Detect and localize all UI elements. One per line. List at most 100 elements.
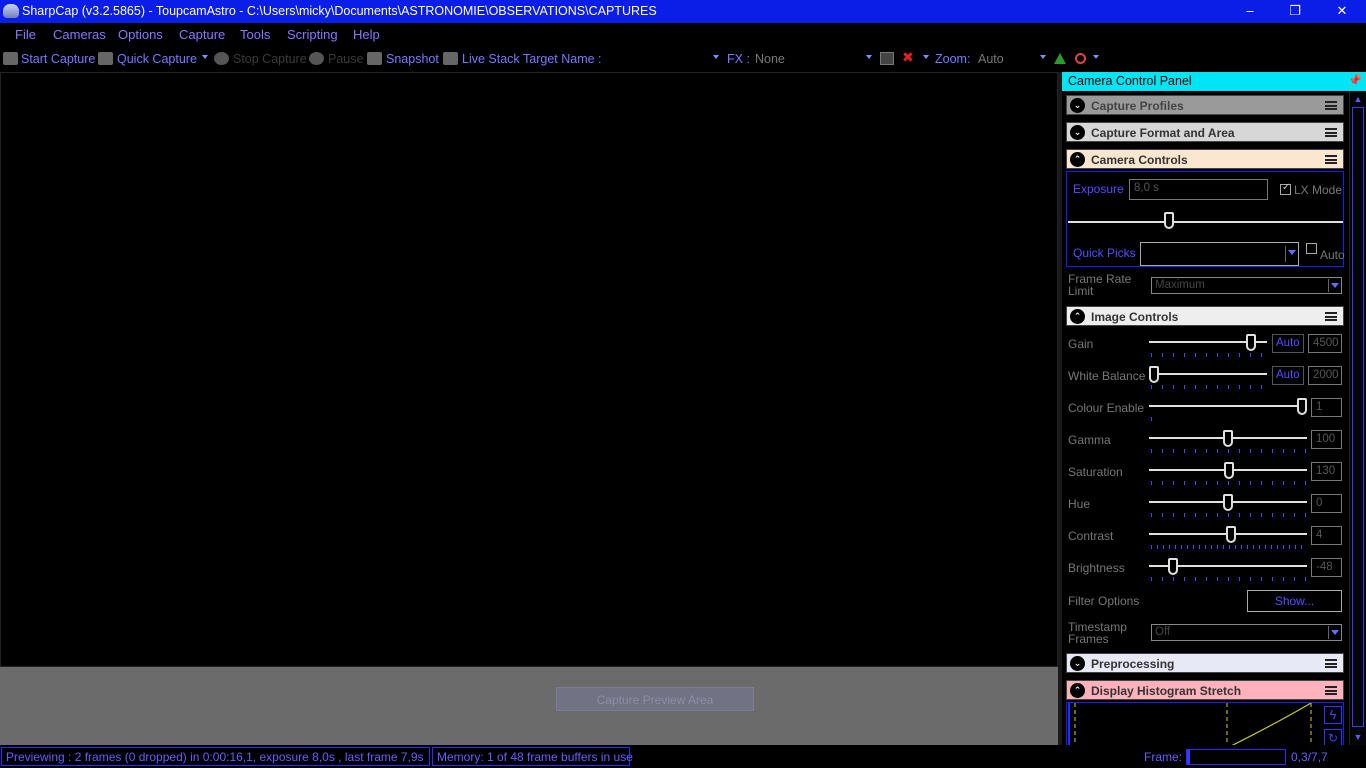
hamburger-menu-icon[interactable] [1325,312,1337,321]
brightness-value[interactable]: -48 [1311,558,1342,577]
gamma-slider-thumb[interactable] [1223,430,1233,447]
scroll-down-icon[interactable]: ▼ [1352,731,1364,743]
section-label: Capture Profiles [1091,99,1184,113]
chevron-down-icon[interactable]: ⌄ [1070,125,1085,140]
grid-toggle-icon[interactable] [880,52,894,65]
panel-scrollbar[interactable]: ▲ ▼ [1349,91,1366,745]
auto-label: Auto [1320,248,1345,262]
hamburger-menu-icon[interactable] [1325,659,1337,668]
hamburger-menu-icon[interactable] [1325,155,1337,164]
saturation-value[interactable]: 130 [1311,462,1342,481]
frame-rate-select[interactable]: Maximum [1151,277,1342,294]
lx-mode-checkbox[interactable]: ✓ [1280,182,1291,195]
chevron-down-icon[interactable] [1328,626,1340,639]
gain-value[interactable]: 4500 [1308,334,1342,353]
scroll-up-icon[interactable]: ▲ [1352,93,1364,105]
white-balance-slider-track[interactable] [1149,373,1267,375]
gain-slider-thumb[interactable] [1246,334,1256,351]
frame-progress-fill [1187,750,1190,764]
chevron-down-icon[interactable] [923,55,929,59]
crosshair-icon[interactable]: ✖ [902,50,917,64]
hue-slider-thumb[interactable] [1223,494,1233,511]
menu-cameras[interactable]: Cameras [53,27,106,42]
histogram-area[interactable]: ϟ ↻ [1066,702,1344,745]
timestamp-label: Timestamp Frames [1068,620,1127,646]
section-label: Preprocessing [1091,657,1175,671]
section-camera-controls[interactable]: ⌃ Camera Controls [1066,149,1344,169]
exposure-input[interactable]: 8,0 s [1129,179,1268,200]
minimize-button[interactable]: – [1228,0,1272,23]
fx-select[interactable]: None [755,52,785,66]
section-image-controls[interactable]: ⌃ Image Controls [1066,306,1344,326]
white-balance-slider-thumb[interactable] [1149,366,1159,383]
stop-capture-button[interactable]: Stop Capture [233,52,307,66]
menu-options[interactable]: Options [118,27,163,42]
chevron-down-icon[interactable] [866,55,872,59]
menu-file[interactable]: File [15,27,36,42]
section-display-histogram[interactable]: ⌃ Display Histogram Stretch [1066,680,1344,700]
timestamp-select[interactable]: Off [1151,624,1342,641]
chevron-down-icon[interactable] [1328,279,1340,292]
close-button[interactable]: ✕ [1320,0,1364,23]
quick-picks-select[interactable] [1140,242,1299,266]
app-logo-icon [3,4,19,18]
frame-time-value: 0,3/7,7 [1291,750,1328,764]
saturation-slider-ticks [1151,481,1307,485]
image-preview[interactable] [0,72,1058,667]
chevron-up-icon[interactable]: ⌃ [1070,683,1085,698]
filter-show-button[interactable]: Show... [1247,590,1342,612]
contrast-value[interactable]: 4 [1311,526,1342,545]
auto-stretch-lightning-icon[interactable]: ϟ [1324,706,1342,724]
exposure-slider-track[interactable] [1068,221,1343,223]
gamma-value[interactable]: 100 [1311,430,1342,449]
chevron-down-icon[interactable] [713,55,719,59]
hamburger-menu-icon[interactable] [1325,686,1337,695]
pin-icon[interactable]: 📌 [1348,74,1362,87]
section-preprocessing[interactable]: ⌄ Preprocessing [1066,653,1344,673]
scrollbar-thumb[interactable] [1352,107,1364,727]
hue-label: Hue [1068,497,1091,511]
maximize-button[interactable]: ❐ [1273,0,1317,23]
stop-icon [214,52,229,65]
contrast-slider-thumb[interactable] [1226,526,1236,543]
exposure-slider-thumb[interactable] [1164,212,1174,229]
chevron-down-icon[interactable] [1093,55,1099,59]
section-capture-profiles[interactable]: ⌄ Capture Profiles [1066,95,1344,115]
gain-auto-button[interactable]: Auto [1272,334,1304,353]
white-balance-value[interactable]: 2000 [1308,366,1342,385]
zoom-select[interactable]: Auto [978,52,1004,66]
contrast-slider-ticks [1151,545,1307,549]
hamburger-menu-icon[interactable] [1325,101,1337,110]
histogram-icon[interactable] [1054,53,1066,64]
colour-enable-slider-track[interactable] [1149,405,1305,407]
saturation-slider-thumb[interactable] [1224,462,1234,479]
menu-scripting[interactable]: Scripting [287,27,338,42]
white-balance-auto-button[interactable]: Auto [1272,366,1304,385]
reset-stretch-icon[interactable]: ↻ [1324,729,1342,745]
contrast-label: Contrast [1068,529,1114,543]
menu-capture[interactable]: Capture [179,27,225,42]
preview-status: Previewing : 2 frames (0 dropped) in 0:0… [1,747,430,766]
hue-value[interactable]: 0 [1311,494,1342,513]
pause-button[interactable]: Pause [328,52,363,66]
chevron-down-icon[interactable] [1285,246,1297,262]
colour-enable-slider-thumb[interactable] [1297,398,1307,415]
start-capture-button[interactable]: Start Capture [21,52,95,66]
colour-enable-value[interactable]: 1 [1311,398,1342,417]
auto-checkbox[interactable] [1306,243,1317,254]
chevron-up-icon[interactable]: ⌃ [1070,152,1085,167]
chevron-down-icon[interactable]: ⌄ [1070,98,1085,113]
live-stack-button[interactable]: Live Stack [462,52,520,66]
chevron-down-icon[interactable] [202,55,208,59]
chevron-down-icon[interactable] [1040,55,1046,59]
brightness-slider-thumb[interactable] [1168,558,1178,575]
hamburger-menu-icon[interactable] [1325,128,1337,137]
menu-tools[interactable]: Tools [240,27,270,42]
snapshot-button[interactable]: Snapshot [386,52,439,66]
focus-target-icon[interactable] [1075,53,1086,64]
menu-help[interactable]: Help [353,27,380,42]
quick-capture-button[interactable]: Quick Capture [117,52,197,66]
chevron-down-icon[interactable]: ⌄ [1070,656,1085,671]
chevron-up-icon[interactable]: ⌃ [1070,309,1085,324]
section-capture-format[interactable]: ⌄ Capture Format and Area [1066,122,1344,142]
